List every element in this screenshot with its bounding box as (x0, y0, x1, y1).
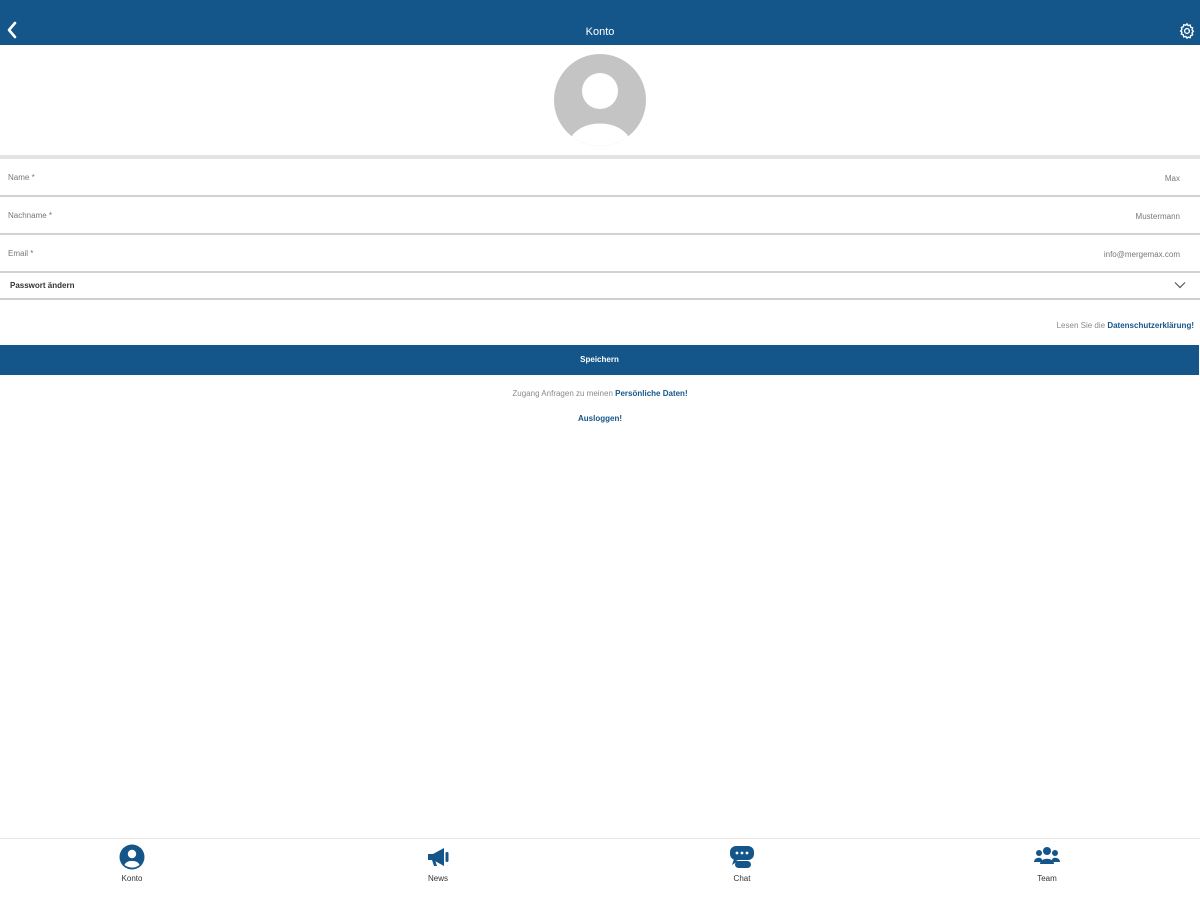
tab-chat[interactable]: Chat (592, 839, 892, 900)
bottom-tab-bar: Konto News Chat Team (0, 838, 1200, 900)
personal-data-link[interactable]: Persönliche Daten! (615, 389, 687, 398)
user-circle-icon (119, 844, 145, 870)
email-label: Email * (8, 249, 34, 258)
name-input[interactable] (60, 165, 1180, 191)
tab-chat-label: Chat (733, 874, 751, 883)
change-password-toggle[interactable]: Passwort ändern (0, 271, 1200, 300)
change-password-label: Passwort ändern (10, 281, 75, 290)
users-group-icon (1034, 847, 1060, 864)
tab-konto[interactable]: Konto (0, 839, 282, 900)
email-input[interactable] (60, 241, 1180, 267)
email-field-row: Email * (0, 235, 1200, 273)
megaphone-icon (428, 848, 449, 866)
privacy-policy-link[interactable]: Datenschutzerklärung! (1107, 321, 1194, 330)
tab-news-label: News (427, 874, 448, 883)
chevron-down-icon (1174, 282, 1186, 289)
access-prefix: Zugang Anfragen zu meinen (512, 389, 613, 398)
surname-input[interactable] (60, 203, 1180, 229)
surname-label: Nachname * (8, 211, 53, 220)
user-placeholder-icon (568, 73, 632, 146)
settings-button[interactable] (1178, 22, 1196, 40)
tab-team-label: Team (1037, 874, 1057, 883)
tab-team[interactable]: Team (897, 839, 1197, 900)
page-title: Konto (585, 26, 615, 38)
name-label: Name * (8, 173, 35, 182)
data-access-request: Zugang Anfragen zu meinen Persönliche Da… (0, 389, 1200, 398)
profile-avatar[interactable] (554, 54, 646, 146)
privacy-prefix: Lesen Sie die (1056, 321, 1106, 330)
chat-bubbles-icon (730, 846, 754, 868)
tab-news[interactable]: News (288, 839, 588, 900)
logout-link[interactable]: Ausloggen! (578, 414, 622, 423)
gear-icon (1179, 22, 1195, 40)
tab-konto-label: Konto (121, 874, 143, 883)
surname-field-row: Nachname * (0, 197, 1200, 235)
top-navigation-bar: Konto (0, 0, 1200, 45)
name-field-row: Name * (0, 159, 1200, 197)
privacy-notice: Lesen Sie die Datenschutzerklärung! (1057, 321, 1194, 330)
logout-row: Ausloggen! (0, 414, 1200, 423)
save-button[interactable]: Speichern (0, 345, 1199, 375)
